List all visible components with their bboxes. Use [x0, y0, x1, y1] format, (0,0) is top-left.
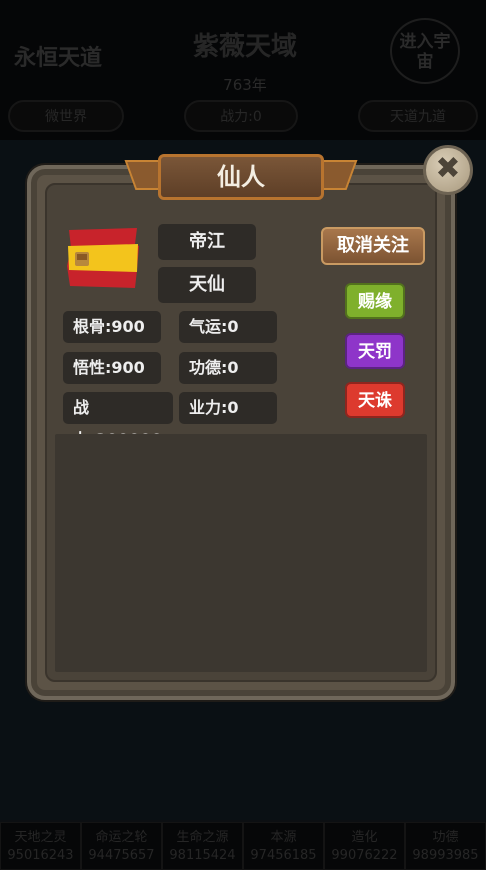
- spain-flag-icon: [67, 226, 139, 290]
- stat-gengu: 根骨:900: [63, 311, 161, 343]
- immortal-rank: 天仙: [158, 267, 256, 303]
- stat-zhanli: 战力:200000: [63, 392, 173, 449]
- domain-title: 紫薇天域: [192, 32, 297, 62]
- resource-label: 生命之源: [176, 830, 229, 845]
- resource-stat: 本源 97456185: [243, 822, 324, 870]
- resource-value: 98115424: [169, 848, 236, 863]
- close-icon: ✖: [435, 151, 461, 186]
- heavenly-punish-button[interactable]: 天罚: [345, 333, 405, 369]
- resource-label: 造化: [351, 830, 378, 845]
- unfollow-button[interactable]: 取消关注: [321, 227, 425, 265]
- event-log: [55, 434, 427, 672]
- stat-gongde: 功德:0: [179, 352, 277, 384]
- resource-stat: 命运之轮 94475657: [81, 822, 162, 870]
- resource-value: 98993985: [412, 848, 479, 863]
- resource-stat: 功德 98993985: [405, 822, 486, 870]
- bestow-fortune-button[interactable]: 赐缘: [345, 283, 405, 319]
- resource-value: 97456185: [250, 848, 317, 863]
- power-pill: 战力:0: [184, 100, 298, 132]
- realm-name: 永恒天道: [14, 46, 103, 71]
- resource-label: 本源: [270, 830, 297, 845]
- resource-value: 99076222: [331, 848, 398, 863]
- heaven-way-button[interactable]: 天道九道: [358, 100, 478, 132]
- resource-stat: 生命之源 98115424: [162, 822, 243, 870]
- dialog-title: 仙人: [217, 163, 265, 191]
- resource-value: 94475657: [88, 848, 155, 863]
- year-label: 763年: [223, 76, 267, 94]
- resource-label: 天地之灵: [14, 830, 67, 845]
- resource-stat: 天地之灵 95016243: [0, 822, 81, 870]
- resource-stat: 造化 99076222: [324, 822, 405, 870]
- micro-world-button[interactable]: 微世界: [8, 100, 124, 132]
- resource-label: 命运之轮: [95, 830, 148, 845]
- resource-bar: 天地之灵 95016243 命运之轮 94475657 生命之源 98115424 本…: [0, 822, 486, 870]
- enter-universe-button[interactable]: 进入宇宙: [390, 18, 460, 84]
- title-banner: 仙人: [124, 150, 358, 206]
- resource-label: 功德: [432, 830, 459, 845]
- immortal-name: 帝江: [158, 224, 256, 260]
- close-button[interactable]: ✖: [423, 145, 473, 195]
- stat-qiyun: 气运:0: [179, 311, 277, 343]
- heavenly-execute-button[interactable]: 天诛: [345, 382, 405, 418]
- stat-yeli: 业力:0: [179, 392, 277, 424]
- resource-value: 95016243: [7, 848, 74, 863]
- stat-wuxing: 悟性:900: [63, 352, 161, 384]
